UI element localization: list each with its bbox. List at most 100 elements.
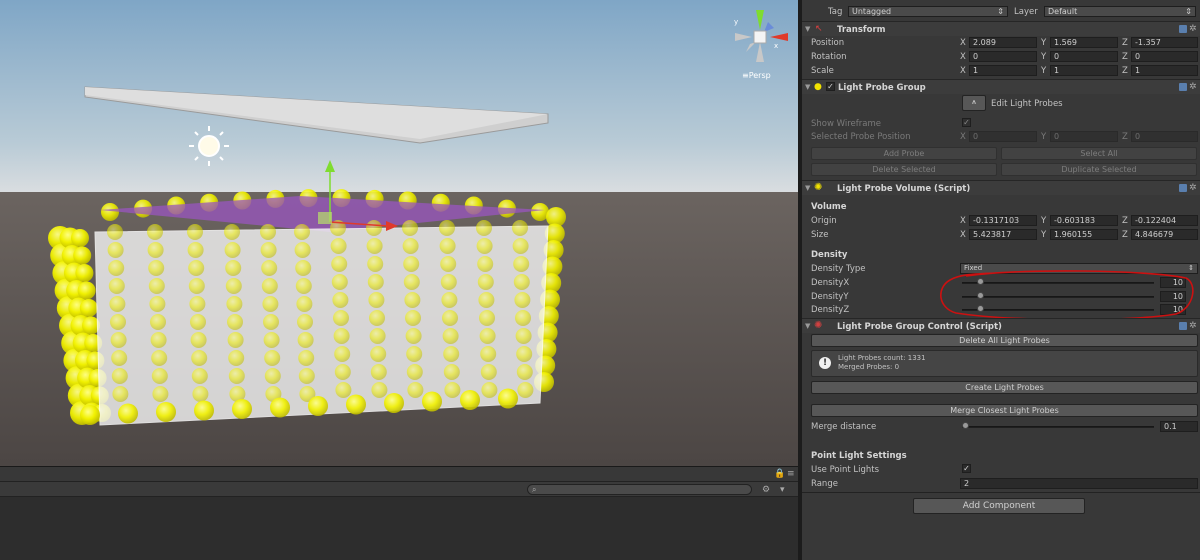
delete-selected-button[interactable]: Delete Selected [811,163,997,176]
light-probe-sphere [333,310,349,326]
collapse-icon[interactable]: ▾ [780,485,785,495]
help-icon[interactable] [1179,25,1187,33]
light-probe-sphere [261,260,278,276]
help-icon[interactable] [1179,322,1187,330]
light-probe-sphere [480,364,497,380]
size-y-input[interactable]: 1.960155 [1050,229,1118,240]
rotation-y-input[interactable]: 0 [1050,51,1118,62]
scale-z-input[interactable]: 1 [1131,65,1198,76]
add-probe-button[interactable]: Add Probe [811,147,997,160]
help-icon[interactable] [1179,83,1187,91]
light-probe-sphere [476,220,492,236]
light-probe-sphere [264,368,281,384]
axis-label: X [960,216,966,226]
scene-canvas[interactable]: y x ≡Persp [0,0,798,466]
light-probe-sphere [101,203,119,221]
light-probe-sphere [191,368,208,384]
light-probe-sphere [403,256,420,272]
light-probe-sphere [369,310,385,326]
delete-all-light-probes-button[interactable]: Delete All Light Probes [811,334,1198,347]
light-probe-sphere [263,314,279,330]
transform-icon: ↖ [815,24,823,34]
light-probe-sphere [442,310,458,326]
origin-y-input[interactable]: -0.603183 [1050,215,1118,226]
light-probe-sphere [460,390,480,410]
light-probe-sphere [152,386,169,402]
light-probe-sphere [188,278,205,294]
size-x-input[interactable]: 5.423817 [969,229,1037,240]
selected-y-input[interactable]: 0 [1050,131,1118,142]
axis-label: X [960,52,966,62]
rotation-label: Rotation [811,52,847,62]
light-probe-sphere [188,260,205,276]
light-probe-sphere [480,346,497,362]
light-probe-sphere [477,274,494,290]
light-probe-sphere [512,238,529,254]
scene-view[interactable]: y x ≡Persp [0,0,798,466]
tag-dropdown[interactable]: Untagged ⇕ [848,6,1008,17]
light-probe-sphere [151,368,168,384]
foldout-icon[interactable]: ▼ [805,322,810,331]
light-probe-sphere [149,296,166,312]
gear-icon[interactable]: ✲ [1189,183,1197,193]
svg-text:x: x [774,42,778,50]
gear-icon[interactable]: ✲ [1189,321,1197,331]
position-y-input[interactable]: 1.569 [1050,37,1118,48]
gear-icon[interactable]: ✲ [1189,82,1197,92]
light-probe-sphere [77,281,96,300]
position-x-input[interactable]: 2.089 [969,37,1037,48]
merge-distance-input[interactable]: 0.1 [1160,421,1198,432]
foldout-icon[interactable]: ▼ [805,83,810,92]
light-probe-sphere [156,402,176,422]
separator [802,492,1200,493]
light-probe-sphere [147,224,163,240]
light-probe-sphere [80,405,100,425]
scale-y-input[interactable]: 1 [1050,65,1118,76]
create-light-probes-button[interactable]: Create Light Probes [811,381,1198,394]
light-probe-sphere [264,350,281,366]
edit-light-probes-label: Edit Light Probes [991,99,1063,109]
axis-label: Z [1122,52,1128,62]
duplicate-selected-button[interactable]: Duplicate Selected [1001,163,1197,176]
use-point-lights-checkbox[interactable]: ✓ [962,464,971,473]
light-probe-sphere [71,229,89,247]
merge-distance-slider[interactable] [962,426,1154,428]
merge-distance-handle[interactable] [962,422,969,429]
light-probe-sphere [190,314,206,330]
light-probe-sphere [404,292,421,308]
gear-icon[interactable]: ✲ [1189,24,1197,34]
component-enabled-checkbox[interactable]: ✓ [826,82,835,91]
light-probe-sphere [189,296,206,312]
origin-z-input[interactable]: -0.122404 [1131,215,1198,226]
light-probe-sphere [402,220,418,236]
lock-icon[interactable]: 🔒 [774,469,785,479]
help-icon[interactable] [1179,184,1187,192]
size-z-input[interactable]: 4.846679 [1131,229,1198,240]
axis-label: Z [1122,216,1128,226]
search-input[interactable]: ⌕ [527,484,752,495]
light-probe-sphere [330,238,347,254]
position-z-input[interactable]: -1.357 [1131,37,1198,48]
light-probe-sphere [331,256,348,272]
edit-light-probes-button[interactable]: ⩚ [962,95,986,111]
add-component-button[interactable]: Add Component [913,498,1085,514]
selected-x-input[interactable]: 0 [969,131,1037,142]
persp-label[interactable]: ≡Persp [742,71,771,80]
selected-z-input[interactable]: 0 [1131,131,1198,142]
layer-dropdown[interactable]: Default ⇕ [1044,6,1196,17]
scale-x-input[interactable]: 1 [969,65,1037,76]
light-probe-sphere [187,242,204,258]
merge-closest-button[interactable]: Merge Closest Light Probes [811,404,1198,417]
select-all-button[interactable]: Select All [1001,147,1197,160]
foldout-icon[interactable]: ▼ [805,25,810,34]
menu-icon[interactable]: ≡ [787,469,795,479]
foldout-icon[interactable]: ▼ [805,184,810,193]
show-wireframe-checkbox[interactable]: ✓ [962,118,971,127]
filter-icon[interactable]: ⚙ [762,485,770,495]
edit-probes-icon: ⩚ [971,97,977,106]
rotation-x-input[interactable]: 0 [969,51,1037,62]
range-input[interactable]: 2 [960,478,1198,489]
light-probe-sphere [441,292,458,308]
rotation-z-input[interactable]: 0 [1131,51,1198,62]
origin-x-input[interactable]: -0.1317103 [969,215,1037,226]
